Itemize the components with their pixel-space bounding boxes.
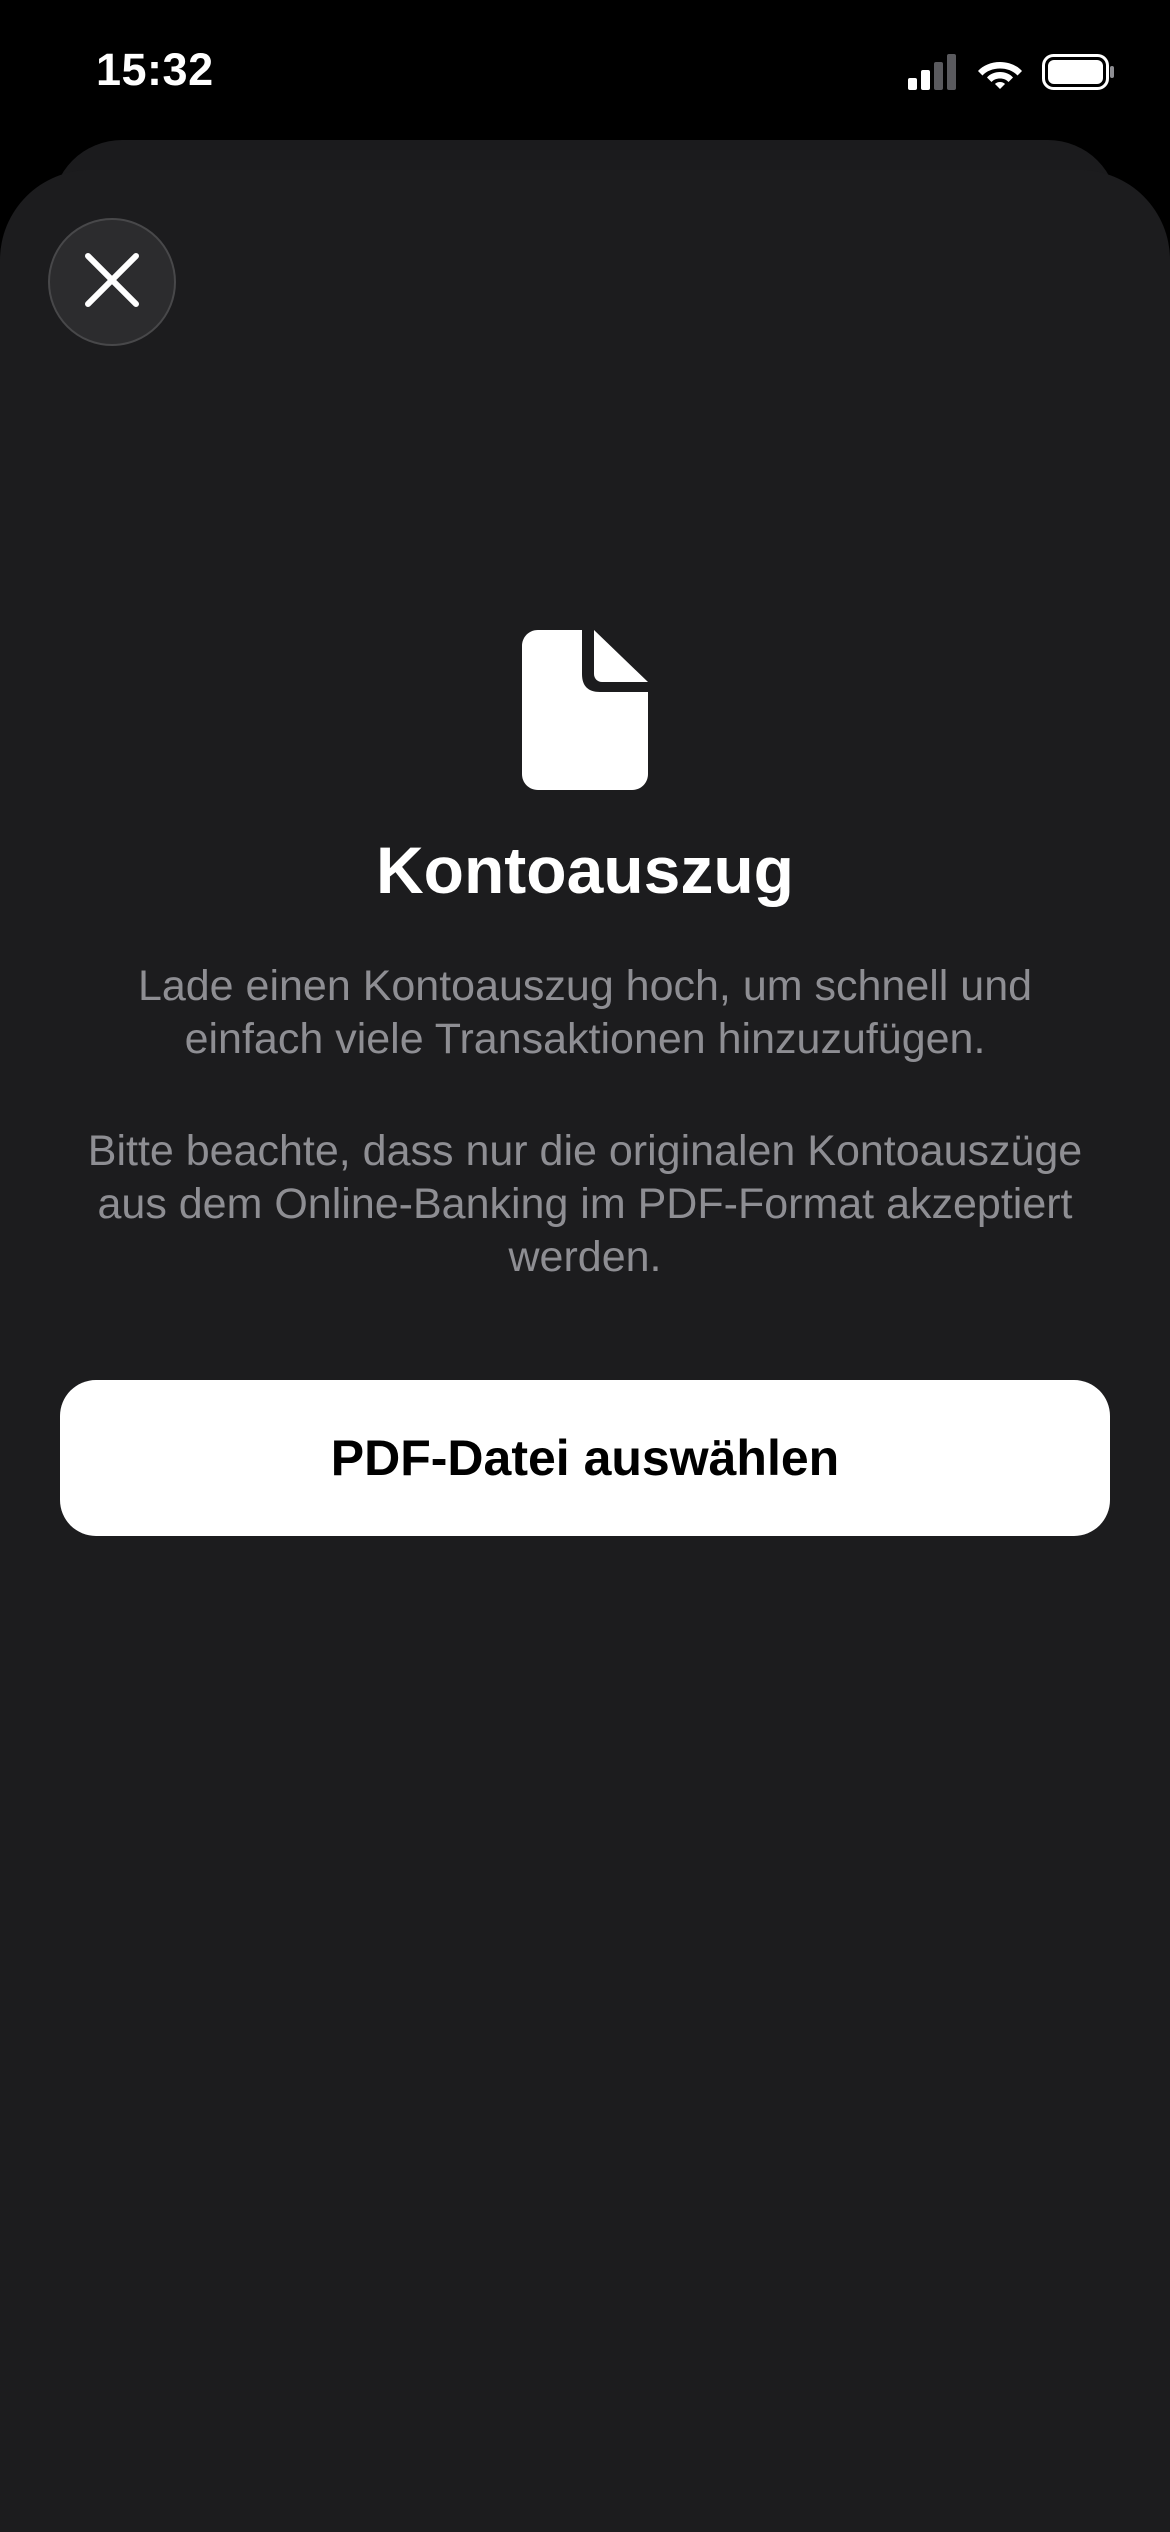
close-icon: [84, 252, 140, 313]
select-pdf-button[interactable]: PDF-Datei auswählen: [60, 1380, 1110, 1536]
status-icons: [908, 53, 1116, 95]
status-bar: 15:32: [0, 0, 1170, 140]
battery-icon: [1042, 53, 1116, 95]
cellular-signal-icon: [908, 53, 958, 95]
status-time: 15:32: [96, 44, 214, 95]
bottom-sheet: [0, 170, 1170, 2532]
description-requirements: Bitte beachte, dass nur die originalen K…: [87, 1127, 1083, 1281]
select-pdf-button-label: PDF-Datei auswählen: [330, 1430, 840, 1486]
document-icon: [522, 630, 648, 790]
page-title: Kontoauszug: [376, 833, 794, 907]
description-upload: Lade einen Kontoauszug hoch, um schnell …: [137, 962, 1033, 1063]
close-button[interactable]: [48, 218, 176, 346]
wifi-icon: [976, 54, 1024, 95]
